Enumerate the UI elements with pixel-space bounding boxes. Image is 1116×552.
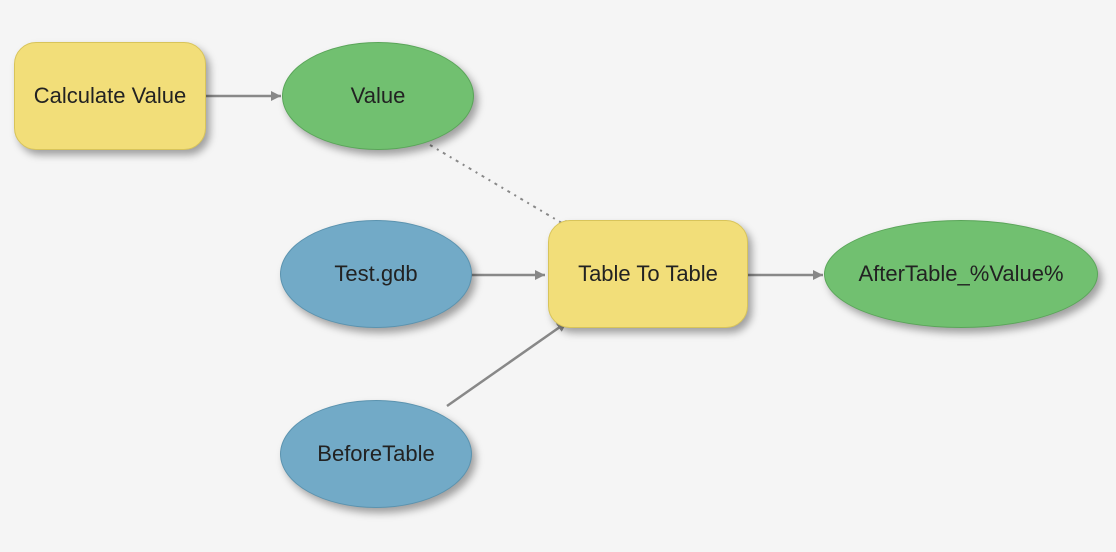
- node-after-table[interactable]: AfterTable_%Value%: [824, 220, 1098, 328]
- model-builder-canvas: Calculate Value Value Test.gdb BeforeTab…: [0, 0, 1116, 552]
- node-test-gdb[interactable]: Test.gdb: [280, 220, 472, 328]
- edge-value-to-tabletotable: [430, 145, 572, 229]
- node-label: Calculate Value: [34, 83, 186, 109]
- node-label: Value: [351, 83, 406, 109]
- edge-beforetable-to-tabletotable: [447, 322, 567, 406]
- node-label: Test.gdb: [334, 261, 417, 287]
- node-label: Table To Table: [578, 261, 718, 287]
- node-label: AfterTable_%Value%: [858, 261, 1063, 287]
- node-table-to-table[interactable]: Table To Table: [548, 220, 748, 328]
- node-calculate-value[interactable]: Calculate Value: [14, 42, 206, 150]
- node-before-table[interactable]: BeforeTable: [280, 400, 472, 508]
- node-value[interactable]: Value: [282, 42, 474, 150]
- node-label: BeforeTable: [317, 441, 434, 467]
